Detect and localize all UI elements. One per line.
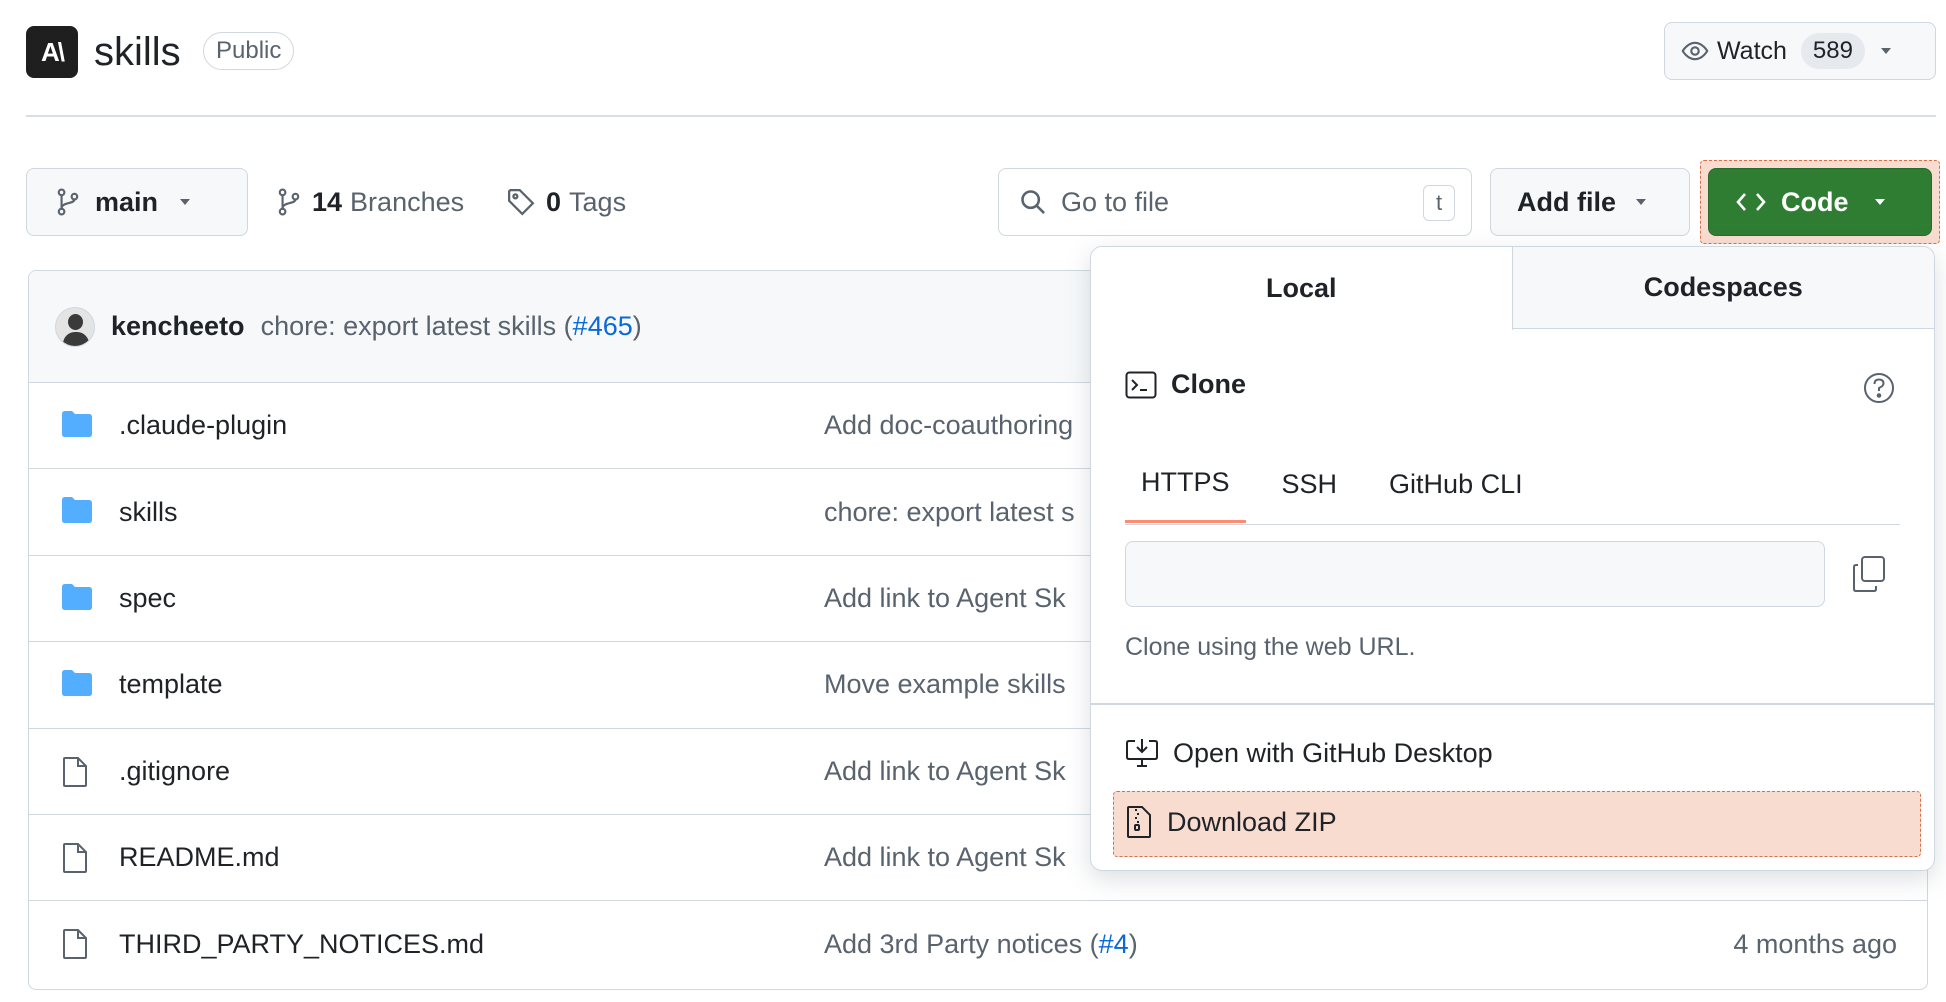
avatar[interactable] bbox=[55, 306, 95, 347]
file-name[interactable]: THIRD_PARTY_NOTICES.md bbox=[119, 929, 484, 960]
org-logo[interactable]: A\ bbox=[26, 26, 78, 78]
branches-label: Branches bbox=[350, 186, 465, 217]
search-placeholder: Go to file bbox=[1061, 186, 1170, 217]
file-commit-date: 4 months ago bbox=[1733, 929, 1897, 960]
file-name[interactable]: spec bbox=[119, 583, 176, 614]
add-file-button[interactable]: Add file bbox=[1490, 168, 1690, 236]
visibility-badge: Public bbox=[203, 32, 295, 70]
repo-header: A\ skills Public Watch 589 bbox=[26, 22, 1936, 80]
file-name[interactable]: template bbox=[119, 669, 223, 700]
file-zip-icon bbox=[1127, 806, 1151, 838]
watch-button[interactable]: Watch 589 bbox=[1664, 22, 1936, 80]
tab-ssh[interactable]: SSH bbox=[1266, 445, 1354, 523]
commit-message-text: chore: export latest skills ( bbox=[260, 311, 573, 341]
file-commit-message[interactable]: Add doc-coauthoring bbox=[824, 410, 1073, 441]
search-icon bbox=[1021, 190, 1045, 214]
file-commit-message[interactable]: Add 3rd Party notices (#4) bbox=[824, 929, 1138, 960]
tab-https[interactable]: HTTPS bbox=[1125, 445, 1246, 523]
folder-icon bbox=[62, 670, 92, 697]
branches-link[interactable]: 14 Branches bbox=[276, 168, 464, 236]
code-label: Code bbox=[1781, 186, 1849, 217]
clone-url-field[interactable] bbox=[1125, 541, 1825, 607]
folder-icon bbox=[62, 497, 92, 524]
watch-label: Watch bbox=[1717, 36, 1787, 65]
keyboard-shortcut-hint: t bbox=[1423, 185, 1455, 221]
commit-author[interactable]: kencheeto bbox=[111, 311, 245, 342]
clone-help-text: Clone using the web URL. bbox=[1125, 633, 1416, 661]
branches-count: 14 bbox=[312, 186, 343, 217]
protocol-tabs: HTTPS SSH GitHub CLI bbox=[1125, 445, 1900, 525]
table-row[interactable]: THIRD_PARTY_NOTICES.md Add 3rd Party not… bbox=[29, 901, 1927, 987]
desktop-download-icon bbox=[1126, 739, 1158, 767]
chevron-down-icon bbox=[1636, 199, 1646, 205]
file-commit-message[interactable]: Move example skills bbox=[824, 669, 1066, 700]
open-github-desktop[interactable]: Open with GitHub Desktop bbox=[1125, 737, 1493, 769]
file-commit-message[interactable]: Add link to Agent Sk bbox=[824, 842, 1066, 873]
chevron-down-icon bbox=[180, 199, 191, 205]
branch-name: main bbox=[95, 186, 159, 217]
chevron-down-icon[interactable] bbox=[1879, 46, 1893, 56]
tags-label: Tags bbox=[569, 186, 627, 217]
code-button[interactable]: Code bbox=[1708, 168, 1932, 236]
commit-pr-link[interactable]: #4 bbox=[1099, 929, 1129, 959]
file-name[interactable]: skills bbox=[119, 497, 178, 528]
clone-header: Clone bbox=[1125, 369, 1246, 400]
tab-github-cli[interactable]: GitHub CLI bbox=[1373, 445, 1539, 523]
watch-count: 589 bbox=[1800, 33, 1865, 69]
tags-link[interactable]: 0 Tags bbox=[506, 168, 626, 236]
repo-toolbar: main 14 Branches 0 Tags Go to file t Add… bbox=[26, 160, 1940, 244]
repo-name[interactable]: skills bbox=[94, 30, 181, 75]
folder-icon bbox=[62, 583, 92, 610]
code-icon bbox=[1736, 193, 1766, 211]
git-branch-icon bbox=[278, 188, 300, 216]
copy-icon[interactable] bbox=[1852, 555, 1886, 593]
header-divider bbox=[26, 115, 1936, 117]
file-commit-end: ) bbox=[1128, 929, 1138, 960]
tag-icon bbox=[508, 189, 535, 216]
dropdown-tabs: Local Codespaces bbox=[1091, 247, 1934, 330]
file-name[interactable]: .claude-plugin bbox=[119, 410, 287, 441]
open-desktop-label: Open with GitHub Desktop bbox=[1173, 737, 1493, 768]
chevron-down-icon bbox=[1874, 199, 1885, 205]
clone-title: Clone bbox=[1171, 369, 1247, 399]
commit-message[interactable]: chore: export latest skills (#465) bbox=[261, 311, 642, 342]
file-commit-message[interactable]: Add link to Agent Sk bbox=[824, 756, 1066, 787]
file-commit-text: Add 3rd Party notices ( bbox=[824, 929, 1099, 960]
file-icon bbox=[63, 756, 87, 787]
code-dropdown-panel: Local Codespaces Clone HTTPS SSH GitHub … bbox=[1090, 246, 1935, 871]
tab-codespaces[interactable]: Codespaces bbox=[1512, 247, 1934, 328]
file-name[interactable]: README.md bbox=[119, 842, 280, 873]
folder-icon bbox=[62, 411, 92, 437]
eye-icon bbox=[1681, 41, 1709, 61]
terminal-icon bbox=[1125, 371, 1157, 398]
branch-select-button[interactable]: main bbox=[26, 168, 248, 236]
file-icon bbox=[63, 842, 87, 873]
file-commit-message[interactable]: Add link to Agent Sk bbox=[824, 583, 1066, 614]
help-icon[interactable] bbox=[1862, 371, 1896, 405]
file-commit-message[interactable]: chore: export latest s bbox=[824, 497, 1075, 528]
tab-local[interactable]: Local bbox=[1091, 247, 1513, 330]
commit-message-end: ) bbox=[632, 311, 642, 341]
commit-pr-link[interactable]: #465 bbox=[573, 311, 633, 341]
download-zip-label: Download ZIP bbox=[1167, 806, 1337, 837]
go-to-file-input[interactable]: Go to file t bbox=[998, 168, 1472, 236]
add-file-label: Add file bbox=[1517, 186, 1616, 217]
git-branch-icon bbox=[57, 188, 79, 216]
file-icon bbox=[63, 929, 87, 960]
tags-count: 0 bbox=[546, 186, 562, 217]
file-name[interactable]: .gitignore bbox=[119, 756, 230, 787]
download-zip[interactable]: Download ZIP bbox=[1125, 805, 1337, 839]
dropdown-divider bbox=[1091, 703, 1934, 705]
